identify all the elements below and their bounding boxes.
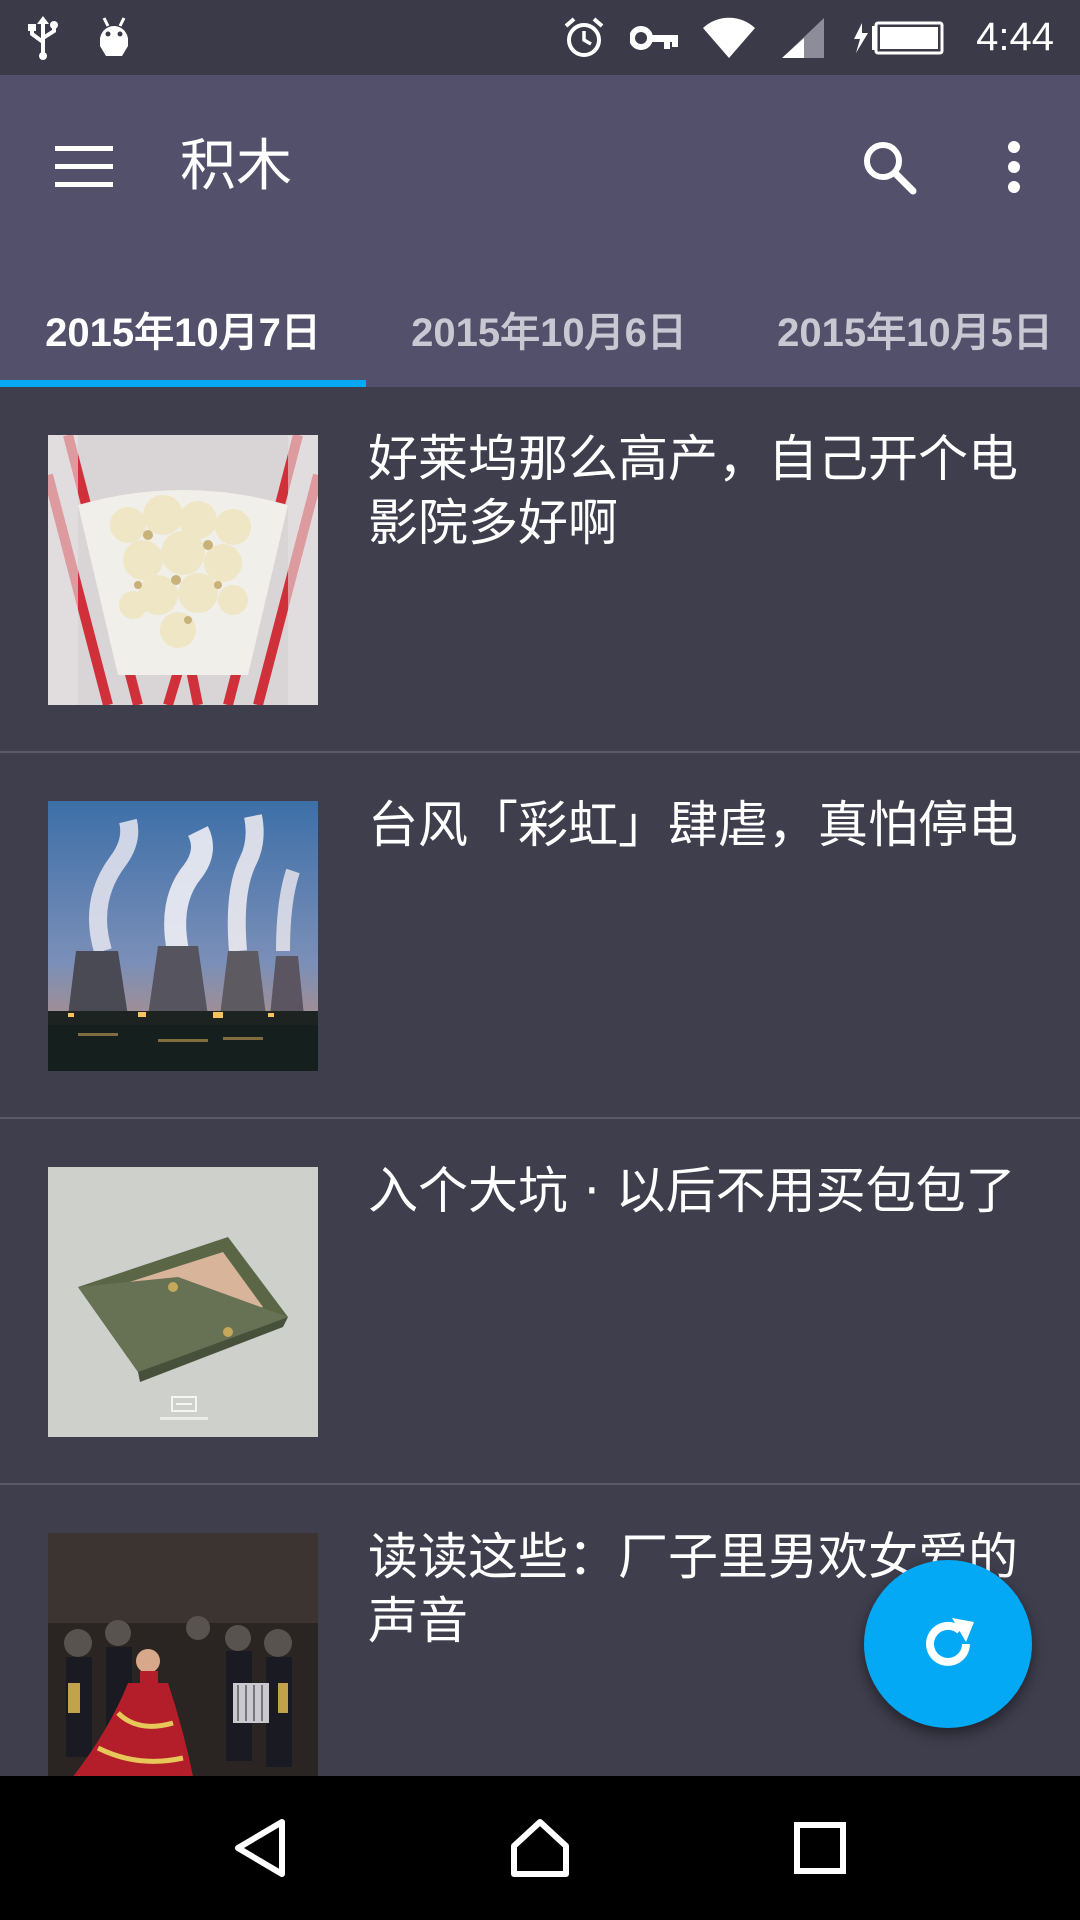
tab-2015-10-05[interactable]: 2015年10月5日: [732, 280, 1080, 387]
usb-icon: [26, 15, 60, 60]
article-title[interactable]: 入个大坑 · 以后不用买包包了: [368, 1159, 1028, 1223]
article-thumbnail-power-plant: [48, 801, 318, 1071]
app-title: 积木: [180, 134, 292, 199]
app-bar: 积木 2015年10月7日 2015年10月6日 2015年10月5日: [0, 75, 1080, 387]
home-button[interactable]: [480, 1788, 600, 1908]
vpn-key-icon: [630, 23, 679, 53]
tab-indicator: [0, 380, 366, 387]
tab-2015-10-07[interactable]: 2015年10月7日: [0, 280, 366, 387]
article-thumbnail-popcorn: [48, 435, 318, 705]
article-title[interactable]: 台风「彩虹」肆虐，真怕停电: [368, 793, 1028, 857]
date-tabs: 2015年10月7日 2015年10月6日 2015年10月5日: [0, 280, 1080, 387]
recents-icon: [794, 1822, 846, 1874]
status-time: 4:44: [976, 15, 1054, 59]
refresh-icon: [926, 1618, 974, 1666]
tab-2015-10-06[interactable]: 2015年10月6日: [366, 280, 732, 387]
wifi-icon: [702, 16, 756, 60]
android-debug-icon: [96, 16, 132, 60]
toolbar: 积木: [0, 75, 1080, 243]
system-nav-bar: [0, 1776, 1080, 1920]
status-bar: 4:44: [0, 0, 1080, 75]
article-thumbnail-dancers: [48, 1533, 318, 1803]
recents-button[interactable]: [760, 1788, 880, 1908]
screen: 4:44 积木 2015年10月7日 2015年10月6日 2015年10月5日…: [0, 0, 1080, 1920]
back-button[interactable]: [200, 1788, 320, 1908]
search-icon: [864, 142, 917, 195]
article-title[interactable]: 好莱坞那么高产，自己开个电影院多好啊: [368, 427, 1028, 555]
cell-signal-icon: [780, 16, 826, 60]
battery-charging-icon: [850, 21, 946, 55]
refresh-fab[interactable]: [864, 1560, 1032, 1728]
search-button[interactable]: [845, 123, 933, 211]
home-icon: [511, 1819, 569, 1877]
back-icon: [235, 1819, 285, 1877]
article-item[interactable]: 台风「彩虹」肆虐，真怕停电: [0, 753, 1080, 1119]
article-thumbnail-wallet: [48, 1167, 318, 1437]
more-options-button[interactable]: [970, 123, 1058, 211]
article-item[interactable]: 入个大坑 · 以后不用买包包了: [0, 1119, 1080, 1485]
alarm-icon: [562, 16, 606, 60]
article-item[interactable]: 好莱坞那么高产，自己开个电影院多好啊: [0, 387, 1080, 753]
hamburger-menu-icon: [55, 146, 113, 187]
more-vert-icon: [1008, 141, 1020, 193]
hamburger-menu-button[interactable]: [40, 123, 128, 211]
